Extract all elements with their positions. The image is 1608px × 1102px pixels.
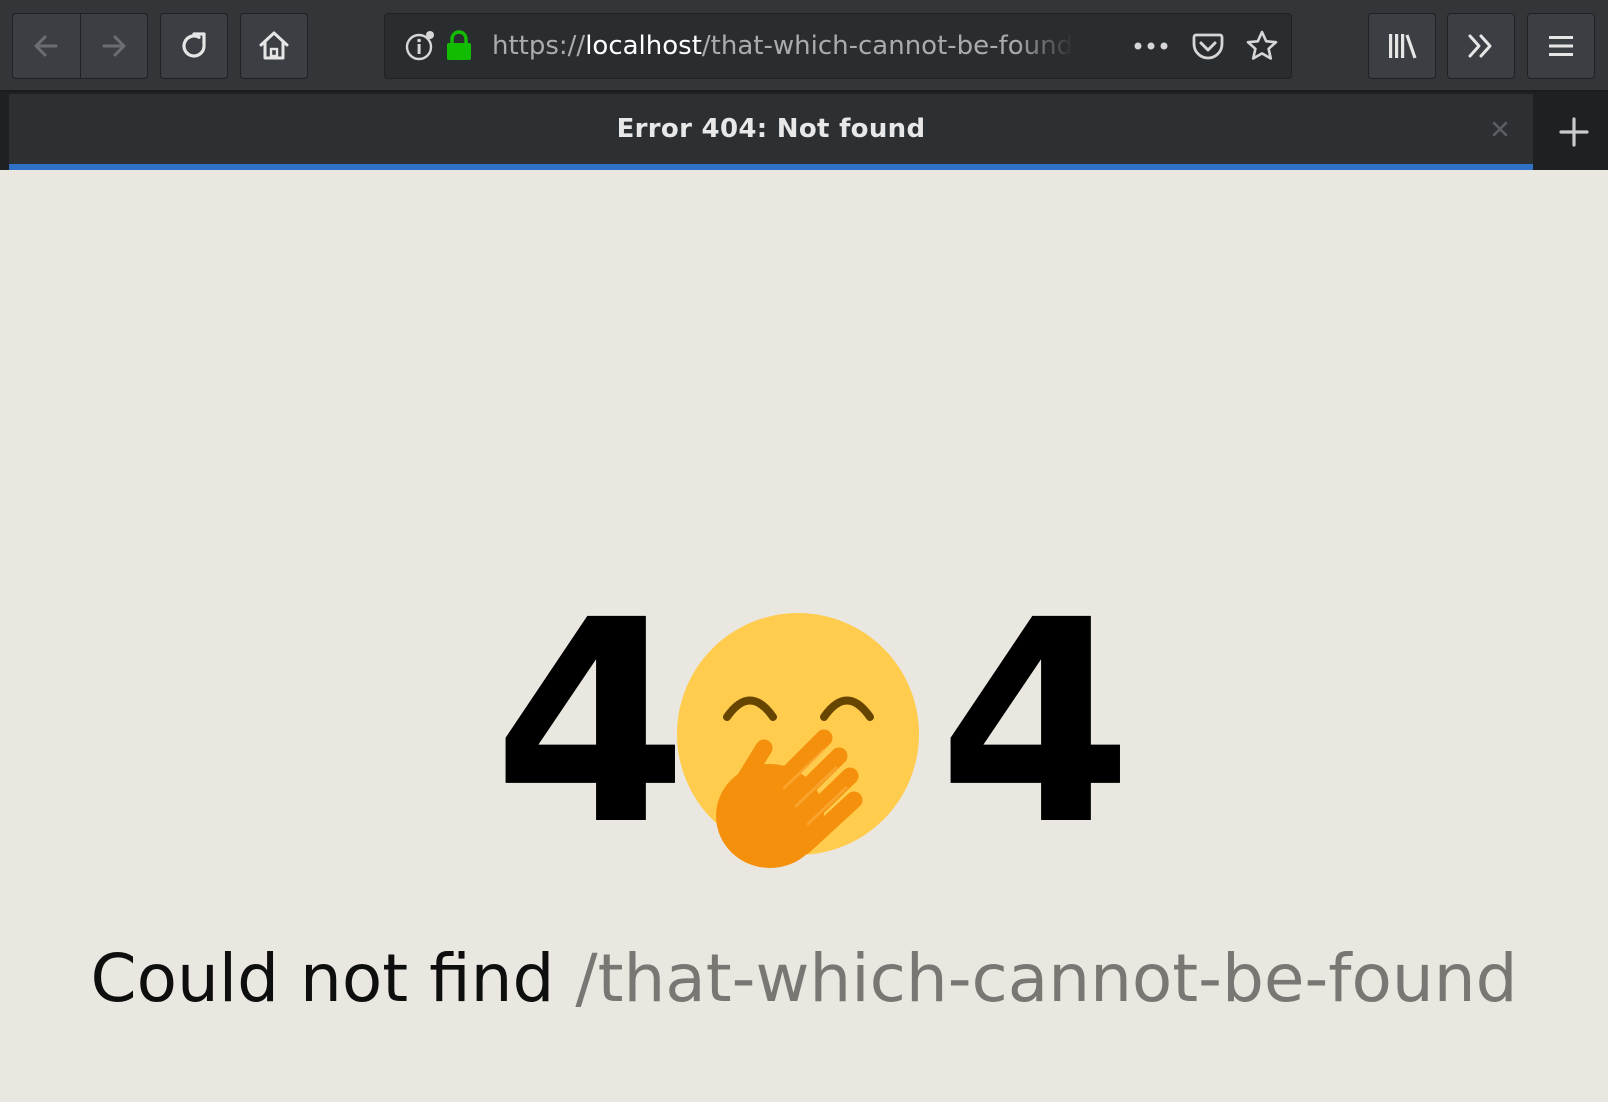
tab-title: Error 404: Not found (616, 114, 926, 144)
home-button[interactable] (240, 13, 308, 79)
tab-close-button[interactable] (1485, 114, 1515, 144)
library-button[interactable] (1368, 13, 1436, 79)
new-tab-button[interactable] (1540, 94, 1608, 170)
hamburger-menu-icon (1549, 36, 1573, 56)
pocket-icon (1192, 33, 1224, 60)
url-scheme: https:// (492, 31, 586, 61)
chevron-double-right-icon (1468, 34, 1492, 58)
main-menu-button[interactable] (1527, 13, 1595, 79)
history-nav-group (12, 13, 148, 79)
more-dots-icon (1134, 42, 1168, 50)
star-icon (1246, 30, 1278, 60)
back-button[interactable] (13, 14, 80, 78)
secure-connection-indicator[interactable] (445, 14, 473, 78)
browser-toolbar: https://localhost/that-which-cannot-be-f… (0, 0, 1608, 92)
tab-strip: Error 404: Not found (0, 92, 1608, 170)
close-icon (1492, 121, 1508, 137)
tab-active[interactable]: Error 404: Not found (9, 94, 1533, 170)
arrow-right-icon (102, 35, 126, 57)
url-text[interactable]: https://localhost/that-which-cannot-be-f… (492, 14, 1074, 78)
page-content: 4 4 Could not find /that-which-cannot-be… (0, 170, 1608, 1102)
home-icon (259, 31, 289, 60)
page-actions-button[interactable] (1133, 14, 1169, 78)
site-info-button[interactable] (403, 14, 437, 78)
url-path: /that-which-cannot-be-found (701, 31, 1074, 61)
error-message-prefix: Could not find (90, 940, 555, 1017)
error-code-digit-left: 4 (493, 561, 688, 887)
reload-icon (182, 32, 206, 58)
bookmark-button[interactable] (1245, 14, 1279, 78)
forward-button[interactable] (79, 14, 148, 78)
error-message-path: /that-which-cannot-be-found (575, 940, 1518, 1017)
lock-icon (447, 30, 471, 60)
library-icon (1389, 34, 1417, 59)
error-code-digit-right: 4 (938, 561, 1133, 887)
face-with-hand-over-mouth-emoji (677, 613, 919, 868)
error-message: Could not find /that-which-cannot-be-fou… (0, 940, 1608, 1017)
info-icon (405, 31, 434, 61)
address-bar[interactable]: https://localhost/that-which-cannot-be-f… (384, 13, 1292, 79)
reload-button[interactable] (160, 13, 228, 79)
url-host: localhost (585, 31, 702, 61)
arrow-left-icon (34, 35, 58, 57)
pocket-button[interactable] (1191, 14, 1225, 78)
overflow-menu-button[interactable] (1447, 13, 1515, 79)
plus-icon (1559, 117, 1589, 147)
